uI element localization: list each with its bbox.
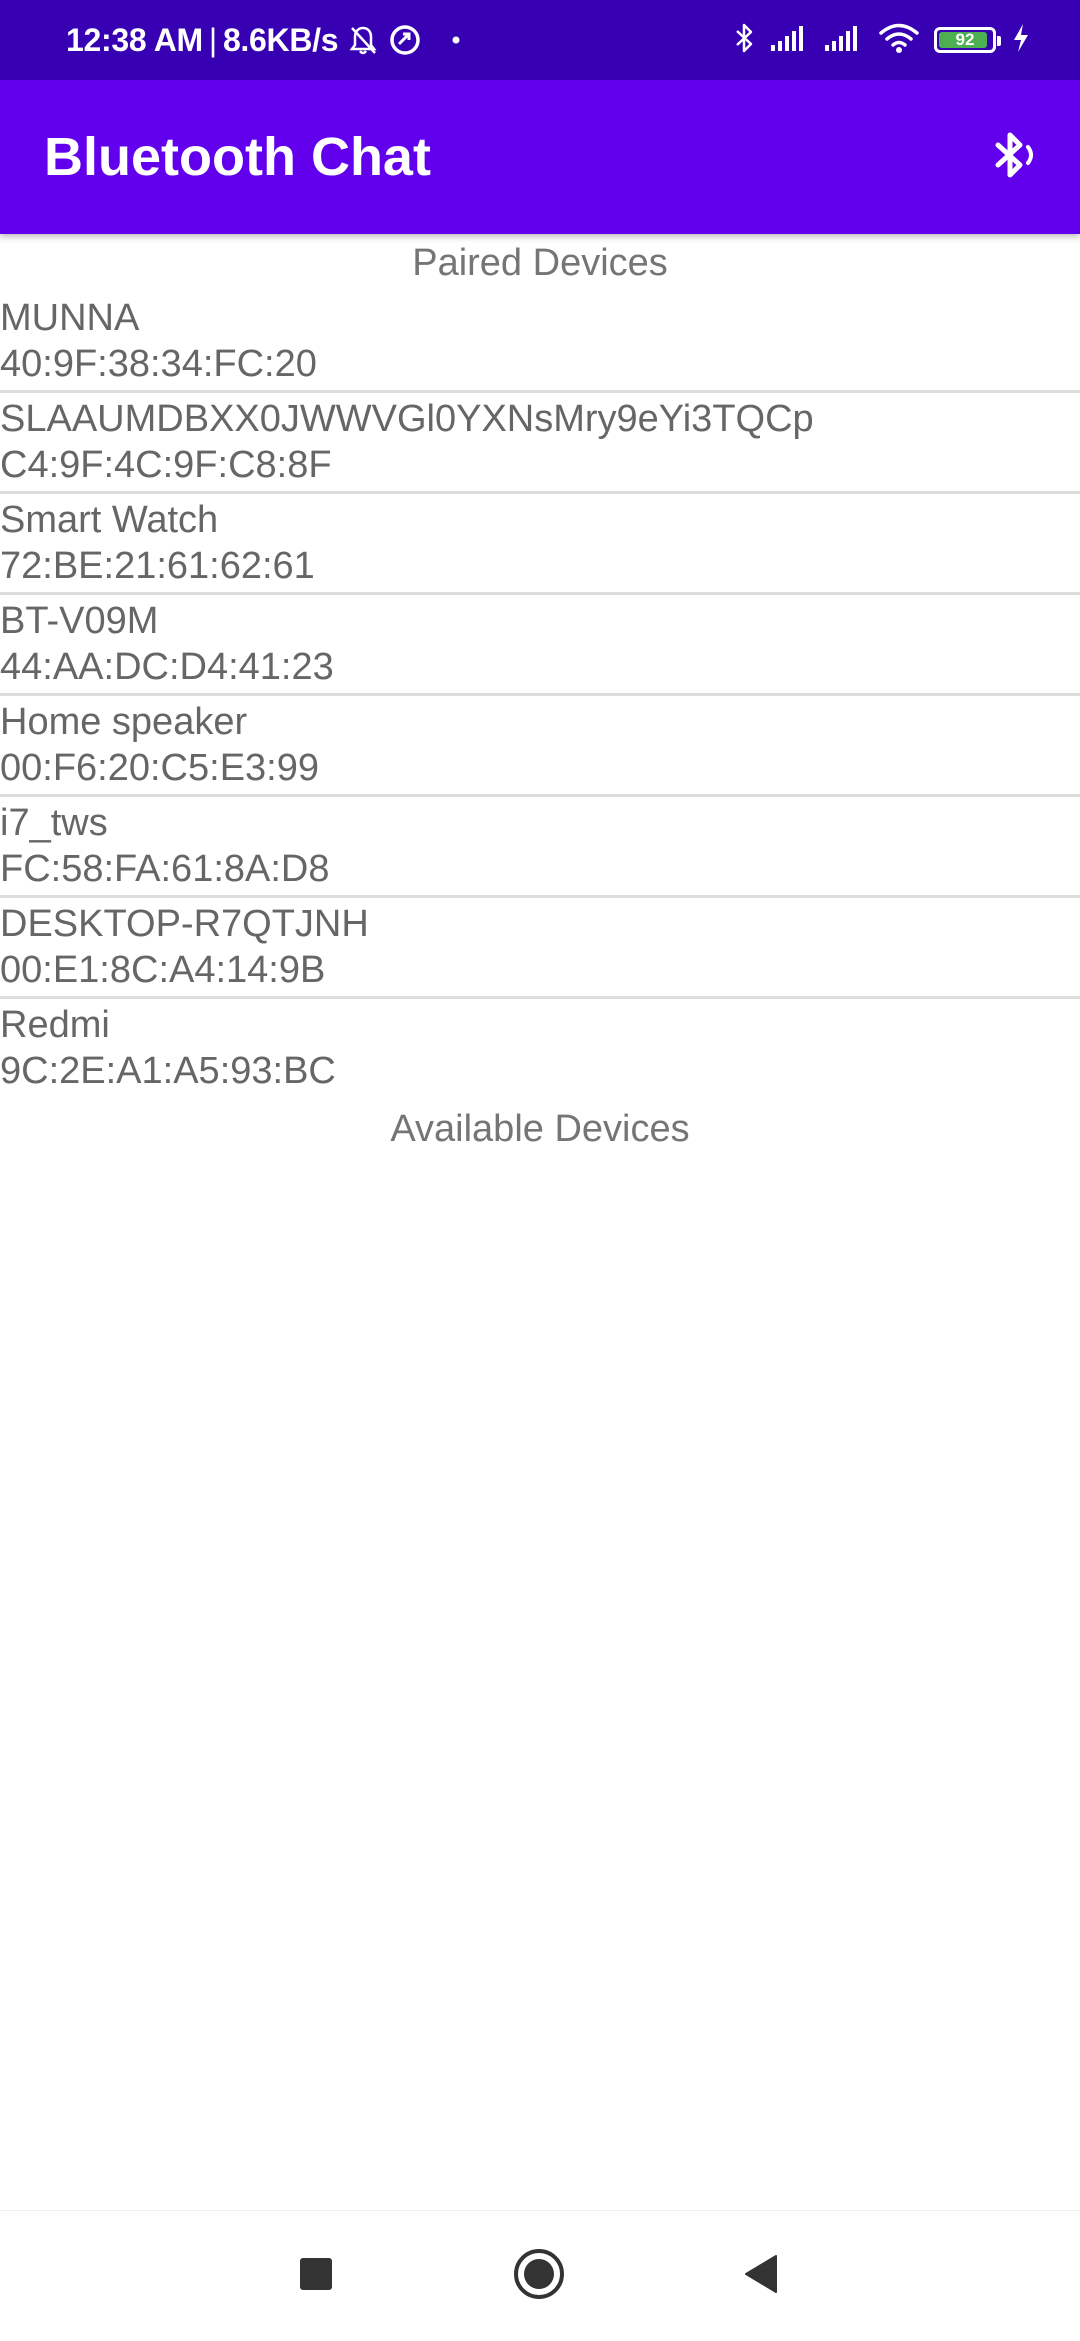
device-address: FC:58:FA:61:8A:D8 [0, 848, 330, 890]
device-address: 00:E1:8C:A4:14:9B [0, 949, 326, 991]
signal-icon [770, 23, 810, 58]
device-address: 9C:2E:A1:A5:93:BC [0, 1050, 336, 1092]
app-bar: Bluetooth Chat [0, 80, 1080, 234]
device-address: 44:AA:DC:D4:41:23 [0, 646, 334, 688]
device-name: Home speaker [0, 701, 248, 743]
recent-apps-square-icon [299, 2257, 333, 2296]
device-list-item[interactable]: Redmi 9C:2E:A1:A5:93:BC [0, 999, 1080, 1100]
home-circle-icon [512, 2247, 566, 2306]
navigation-bar [0, 2210, 1080, 2341]
back-triangle-icon [742, 2254, 780, 2299]
available-devices-header: Available Devices [390, 1108, 690, 1150]
device-name: DESKTOP-R7QTJNH [0, 903, 369, 945]
device-name: BT-V09M [0, 600, 159, 642]
network-speed: 8.6KB/s [222, 21, 339, 58]
device-list-item[interactable]: Smart Watch 72:BE:21:61:62:61 [0, 494, 1080, 595]
paired-devices-header: Paired Devices [412, 242, 668, 284]
home-button[interactable] [509, 2246, 569, 2306]
device-list-item[interactable]: i7_tws FC:58:FA:61:8A:D8 [0, 797, 1080, 898]
status-bar: 12:38 AM | 8.6KB/s 92 [0, 0, 1080, 80]
data-saver-icon [388, 23, 422, 57]
status-time: 12:38 AM [66, 21, 203, 58]
status-right: 92 [734, 0, 1030, 80]
dot-icon [452, 36, 460, 44]
device-address: 40:9F:38:34:FC:20 [0, 343, 317, 385]
recent-apps-button[interactable] [286, 2246, 346, 2306]
status-left: 12:38 AM | 8.6KB/s [66, 0, 460, 80]
device-name: SLAAUMDBXX0JWWVGl0YXNsMry9eYi3TQCp [0, 398, 814, 440]
device-list-item[interactable]: DESKTOP-R7QTJNH 00:E1:8C:A4:14:9B [0, 898, 1080, 999]
status-separator: | [208, 21, 217, 58]
charging-bolt-icon [1012, 23, 1030, 58]
device-name: Smart Watch [0, 499, 219, 541]
battery-level-text: 92 [955, 30, 975, 49]
device-list-item[interactable]: BT-V09M 44:AA:DC:D4:41:23 [0, 595, 1080, 696]
app-title: Bluetooth Chat [44, 127, 431, 187]
bell-off-icon [348, 24, 378, 56]
bluetooth-icon [734, 21, 756, 60]
device-name: MUNNA [0, 297, 140, 339]
bluetooth-discoverable-icon [986, 125, 1046, 190]
device-list-item[interactable]: MUNNA 40:9F:38:34:FC:20 [0, 292, 1080, 393]
signal-icon [824, 23, 864, 58]
device-list-screen: Paired Devices MUNNA 40:9F:38:34:FC:20 SLA… [0, 234, 1080, 1158]
wifi-icon [878, 22, 920, 59]
device-name: Redmi [0, 1004, 110, 1046]
bluetooth-discoverable-button[interactable] [982, 123, 1050, 191]
device-list-item[interactable]: SLAAUMDBXX0JWWVGl0YXNsMry9eYi3TQCp C4:9F:… [0, 393, 1080, 494]
battery-icon: 92 [934, 27, 1001, 53]
device-address: 00:F6:20:C5:E3:99 [0, 747, 319, 789]
device-name: i7_tws [0, 802, 108, 844]
back-button[interactable] [731, 2246, 791, 2306]
device-list-item[interactable]: Home speaker 00:F6:20:C5:E3:99 [0, 696, 1080, 797]
device-address: 72:BE:21:61:62:61 [0, 545, 315, 587]
paired-devices-list: MUNNA 40:9F:38:34:FC:20 SLAAUMDBXX0JWWVGl0… [0, 292, 1080, 1100]
device-address: C4:9F:4C:9F:C8:8F [0, 444, 332, 486]
